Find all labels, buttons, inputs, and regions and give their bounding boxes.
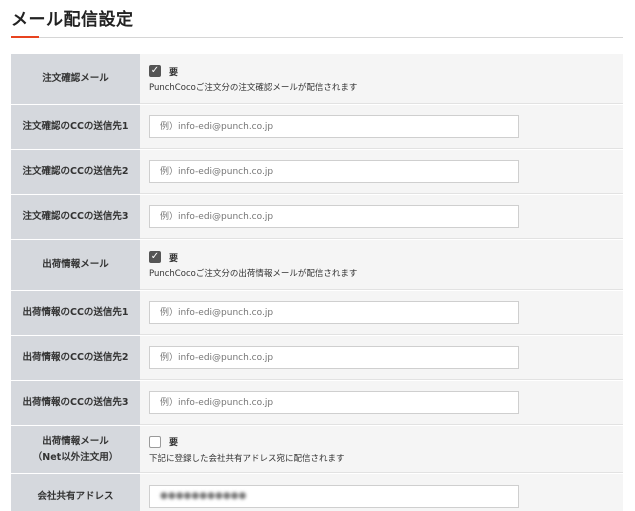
row-shipping-cc-1: 出荷情報のCCの送信先1 xyxy=(11,291,623,336)
help-note: 下記に登録した会社共有アドレス宛に配信されます xyxy=(149,453,345,464)
order-confirm-checkbox[interactable]: ✓ xyxy=(149,65,161,77)
row-shipping-cc-3: 出荷情報のCCの送信先3 xyxy=(11,381,623,426)
row-body xyxy=(140,195,623,239)
checkbox-group: 要 xyxy=(149,435,623,449)
row-order-cc-1: 注文確認のCCの送信先1 xyxy=(11,105,623,150)
row-order-confirm-mail: 注文確認メール ✓ 要 PunchCocoご注文分の注文確認メールが配信されます xyxy=(11,54,623,105)
row-label: 出荷情報メール （Net以外注文用） xyxy=(11,426,140,473)
row-shipping-info-non-net: 出荷情報メール （Net以外注文用） 要 下記に登録した会社共有アドレス宛に配信… xyxy=(11,426,623,474)
checkbox-group: ✓ 要 xyxy=(149,64,623,78)
mail-settings-form: 注文確認メール ✓ 要 PunchCocoご注文分の注文確認メールが配信されます… xyxy=(11,54,623,511)
page-title: メール配信設定 xyxy=(11,10,134,30)
row-body xyxy=(140,105,623,149)
row-body xyxy=(140,336,623,380)
row-body xyxy=(140,381,623,425)
row-body: 要 下記に登録した会社共有アドレス宛に配信されます xyxy=(140,426,623,473)
shipping-cc-1-input[interactable] xyxy=(149,301,519,324)
row-body: ✓ 要 PunchCocoご注文分の出荷情報メールが配信されます xyxy=(140,240,623,290)
checkbox-group: ✓ 要 xyxy=(149,250,623,264)
row-label-line1: 出荷情報メール xyxy=(42,435,109,447)
order-cc-2-input[interactable] xyxy=(149,160,519,183)
help-note: PunchCocoご注文分の出荷情報メールが配信されます xyxy=(149,269,358,279)
redacted-value: ●●●●●●●●●●● xyxy=(160,491,247,501)
row-body: ●●●●●●●●●●● xyxy=(140,474,623,511)
row-body xyxy=(140,150,623,194)
row-label: 会社共有アドレス xyxy=(11,474,140,511)
checkbox-label: 要 xyxy=(169,67,179,78)
shipping-cc-2-input[interactable] xyxy=(149,346,519,369)
row-label: 出荷情報のCCの送信先1 xyxy=(11,291,140,335)
row-label: 注文確認のCCの送信先3 xyxy=(11,195,140,239)
title-accent-bar xyxy=(11,36,39,38)
checkbox-label: 要 xyxy=(169,253,179,264)
checkbox-label: 要 xyxy=(169,438,179,448)
row-label: 注文確認メール xyxy=(11,54,140,104)
shipping-info-checkbox[interactable]: ✓ xyxy=(149,251,161,263)
title-divider xyxy=(11,37,623,38)
row-label: 出荷情報のCCの送信先2 xyxy=(11,336,140,380)
shipping-cc-3-input[interactable] xyxy=(149,391,519,414)
help-note: PunchCocoご注文分の注文確認メールが配信されます xyxy=(149,83,358,93)
order-cc-3-input[interactable] xyxy=(149,205,519,228)
row-order-cc-3: 注文確認のCCの送信先3 xyxy=(11,195,623,240)
company-shared-address-input[interactable]: ●●●●●●●●●●● xyxy=(149,484,519,508)
order-cc-1-input[interactable] xyxy=(149,115,519,138)
row-shipping-info-mail: 出荷情報メール ✓ 要 PunchCocoご注文分の出荷情報メールが配信されます xyxy=(11,240,623,291)
shipping-non-net-checkbox[interactable] xyxy=(149,435,161,448)
row-body xyxy=(140,291,623,335)
row-label: 注文確認のCCの送信先2 xyxy=(11,150,140,194)
row-order-cc-2: 注文確認のCCの送信先2 xyxy=(11,150,623,195)
row-label: 注文確認のCCの送信先1 xyxy=(11,105,140,149)
row-body: ✓ 要 PunchCocoご注文分の注文確認メールが配信されます xyxy=(140,54,623,104)
row-label-line2: （Net以外注文用） xyxy=(32,451,119,463)
row-label: 出荷情報メール xyxy=(11,240,140,290)
row-shipping-cc-2: 出荷情報のCCの送信先2 xyxy=(11,336,623,381)
row-company-shared-address: 会社共有アドレス ●●●●●●●●●●● xyxy=(11,474,623,511)
row-label: 出荷情報のCCの送信先3 xyxy=(11,381,140,425)
